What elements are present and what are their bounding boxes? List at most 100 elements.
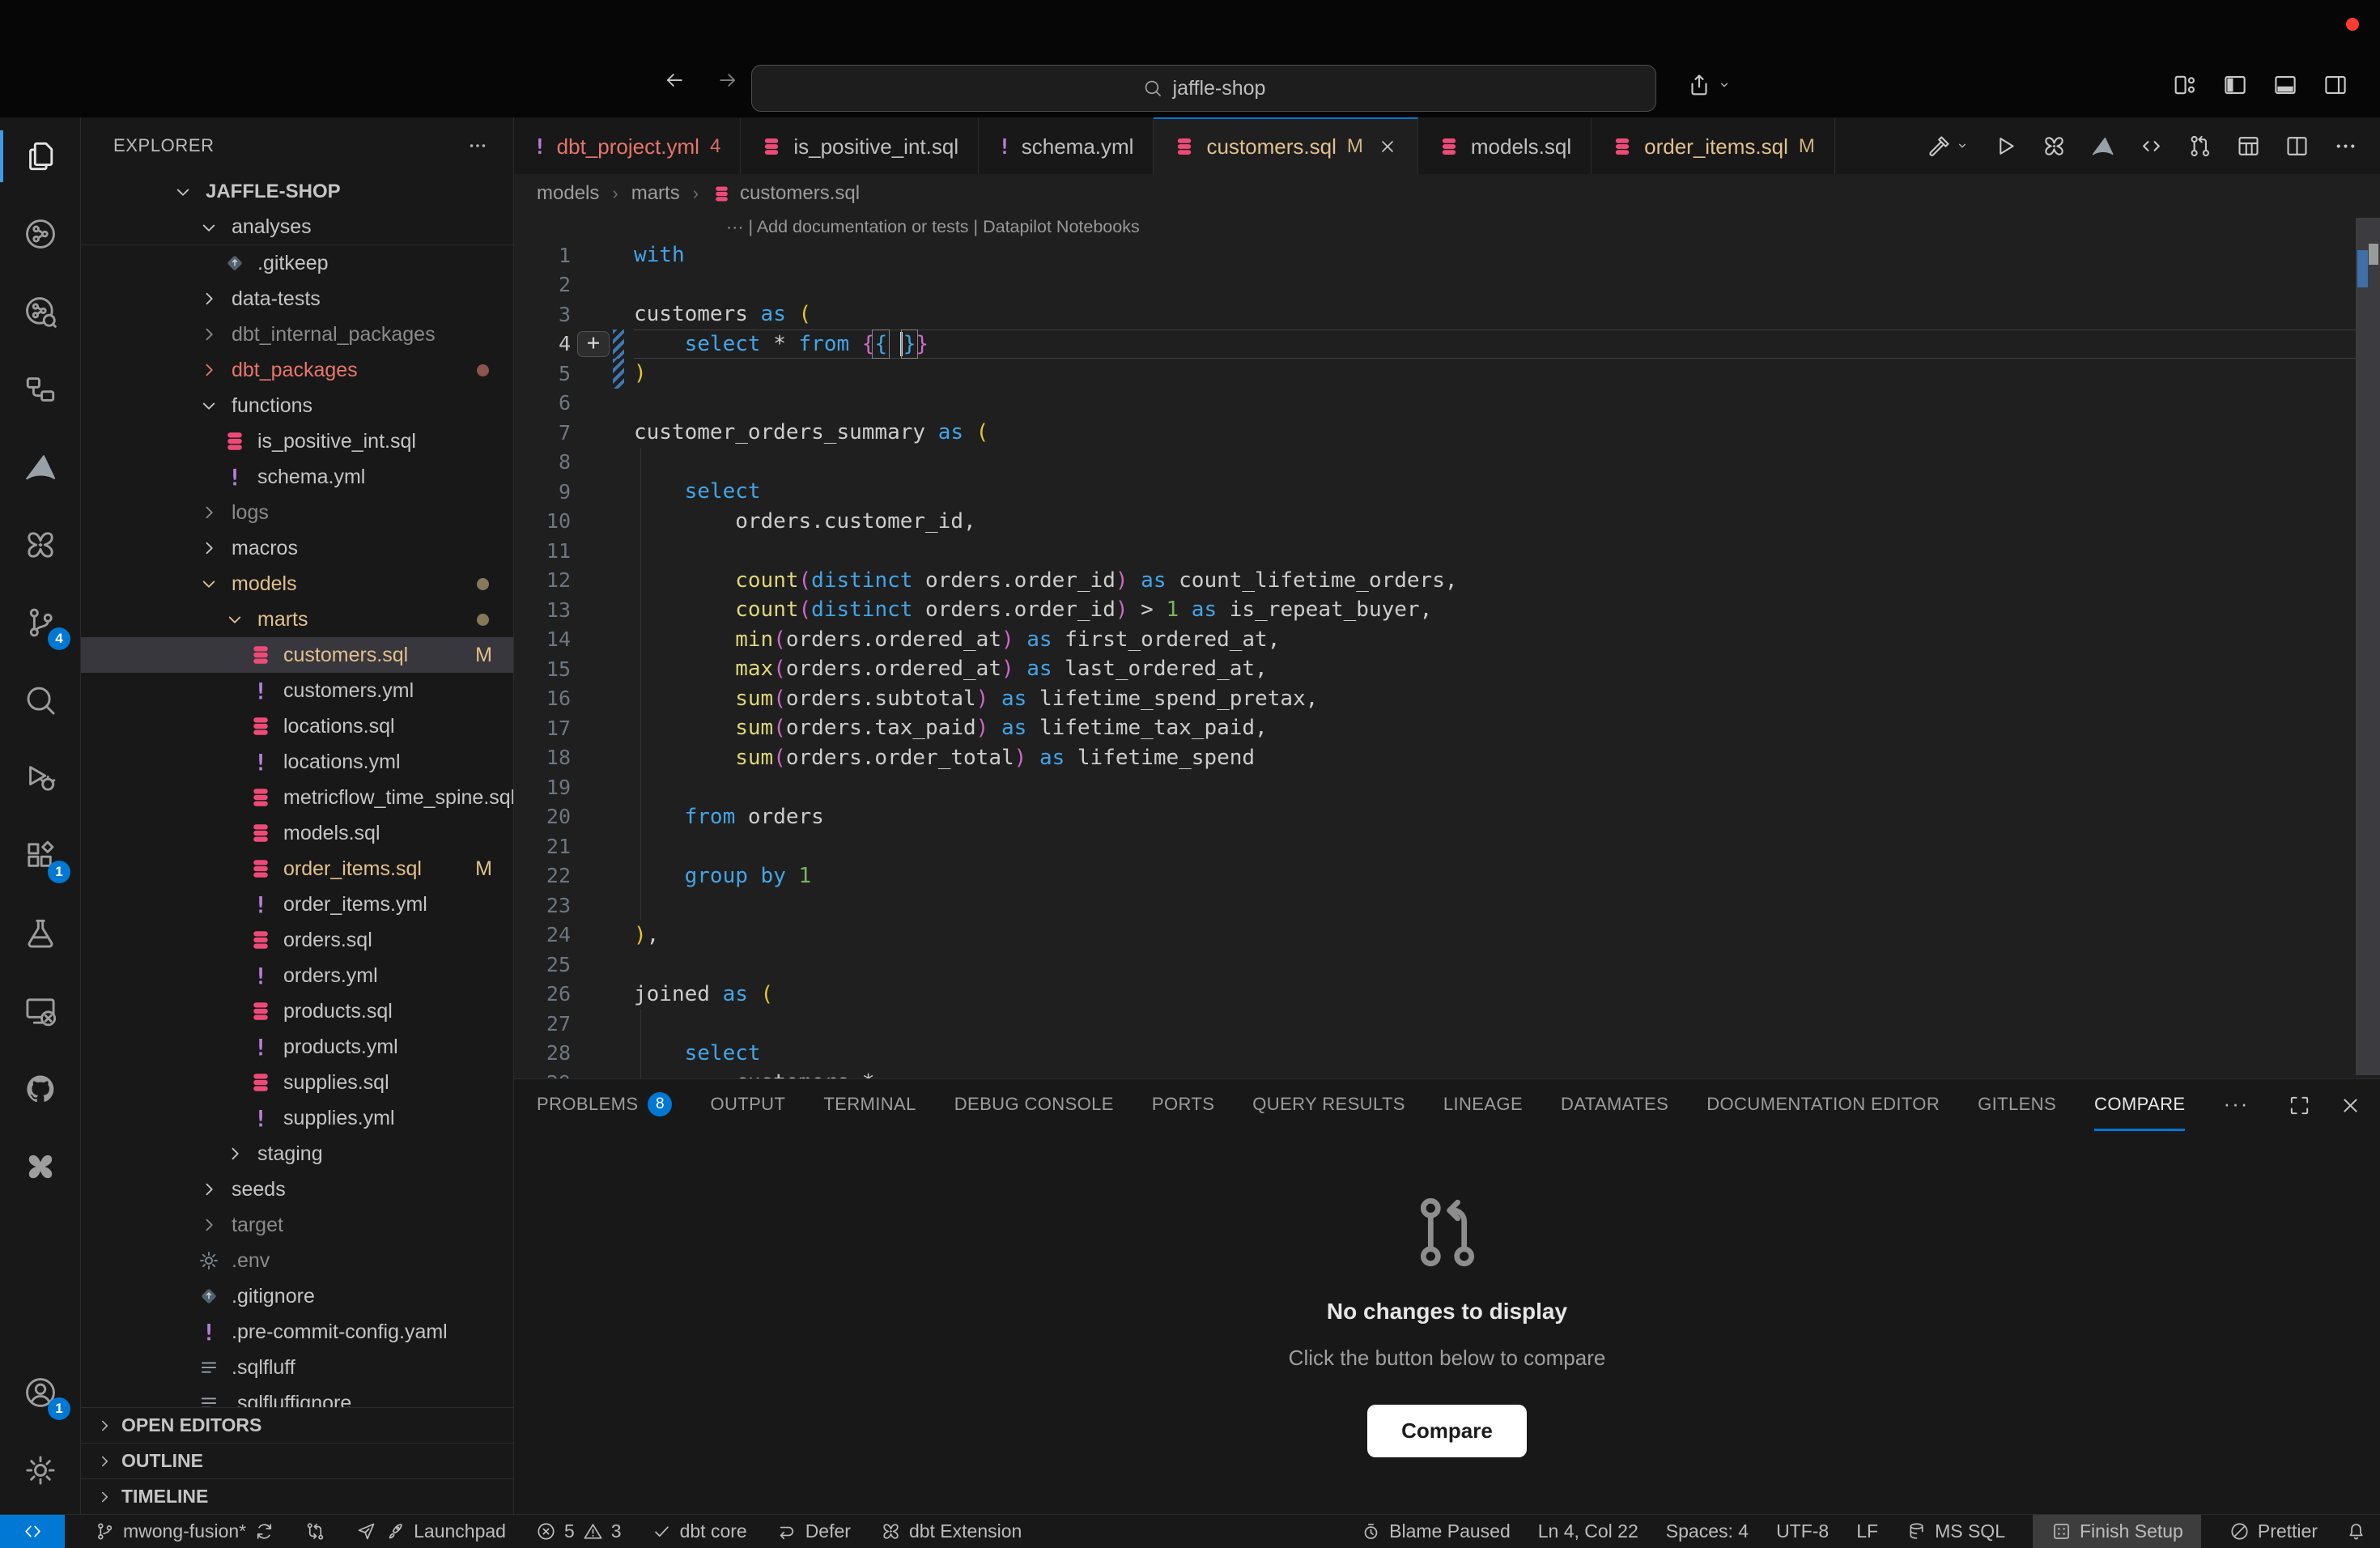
activity-accounts[interactable]: 1	[0, 1354, 80, 1431]
tab-schema-yml[interactable]: !schema.yml	[979, 117, 1154, 174]
query-results-icon[interactable]	[2235, 133, 2262, 159]
back-icon[interactable]	[662, 68, 686, 92]
tab-models-sql[interactable]: models.sql	[1418, 117, 1592, 174]
code-line-2[interactable]: 2	[514, 270, 2380, 300]
code-line-21[interactable]: 21	[514, 831, 2380, 861]
tree-item-gitkeep[interactable]: .gitkeep	[81, 245, 513, 281]
dbt-action-icon[interactable]	[2041, 133, 2068, 159]
forward-icon[interactable]	[716, 68, 740, 92]
tree-item-seeds[interactable]: seeds	[81, 1172, 513, 1207]
tree-item-customers-yml[interactable]: !customers.yml	[81, 673, 513, 708]
tree-item-env[interactable]: .env	[81, 1243, 513, 1278]
code-line-18[interactable]: 18 sum(orders.order_total) as lifetime_s…	[514, 743, 2380, 773]
tree-item-models-sql[interactable]: models.sql	[81, 815, 513, 851]
maximize-panel-icon[interactable]	[2287, 1093, 2312, 1118]
code-line-16[interactable]: 16 sum(orders.subtotal) as lifetime_spen…	[514, 684, 2380, 714]
build-icon[interactable]	[1926, 133, 1970, 159]
status-dbt-extension[interactable]: dbt Extension	[880, 1515, 1022, 1548]
tree-item-marts[interactable]: marts	[81, 602, 513, 637]
status-notifications[interactable]	[2345, 1515, 2367, 1548]
panel-tab-debug-console[interactable]: DEBUG CONSOLE	[954, 1079, 1114, 1131]
tree-item-pre-commit-config-yaml[interactable]: !.pre-commit-config.yaml	[81, 1314, 513, 1350]
tree-item-sqlfluffignore[interactable]: .sqlfluffignore	[81, 1385, 513, 1407]
scrollbar-thumb[interactable]	[2356, 218, 2380, 1075]
status-eol[interactable]: LF	[1856, 1515, 1878, 1548]
status-problems-summary[interactable]: 53	[535, 1515, 622, 1548]
tree-item-supplies-sql[interactable]: supplies.sql	[81, 1065, 513, 1100]
tree-item-dbt-internal-packages[interactable]: dbt_internal_packages	[81, 317, 513, 352]
panel-more-tabs[interactable]: ···	[2223, 1079, 2249, 1131]
code-line-15[interactable]: 15 max(orders.ordered_at) as last_ordere…	[514, 654, 2380, 684]
status-finish-setup[interactable]: Finish Setup	[2033, 1515, 2201, 1548]
status-remote-indicator[interactable]	[0, 1515, 65, 1548]
toggle-sidebar-icon[interactable]	[2221, 71, 2249, 99]
tree-item-dbt-packages[interactable]: dbt_packages	[81, 352, 513, 388]
toggle-secondary-sidebar-icon[interactable]	[2322, 71, 2349, 99]
panel-tab-datamates[interactable]: DATAMATES	[1561, 1079, 1668, 1131]
tab-order-items-sql[interactable]: order_items.sqlM	[1592, 117, 1835, 174]
activity-github[interactable]	[0, 1050, 80, 1128]
status-prettier[interactable]: Prettier	[2229, 1515, 2318, 1548]
status-compare-changes[interactable]	[304, 1515, 326, 1548]
status-gitlens-blame[interactable]: Blame Paused	[1360, 1515, 1511, 1548]
activity-datapilot[interactable]	[0, 428, 80, 506]
code-line-11[interactable]: 11	[514, 536, 2380, 566]
section-open-editors[interactable]: OPEN EDITORS	[81, 1407, 513, 1443]
close-panel-icon[interactable]	[2338, 1093, 2363, 1118]
breadcrumb-item[interactable]: marts	[631, 182, 680, 205]
tree-item-models[interactable]: models	[81, 566, 513, 602]
tree-item-jaffle-shop[interactable]: JAFFLE-SHOP	[81, 174, 513, 210]
status-defer[interactable]: Defer	[776, 1515, 851, 1548]
panel-tab-terminal[interactable]: TERMINAL	[823, 1079, 916, 1131]
tree-item-metricflow-time-spine-sql[interactable]: metricflow_time_spine.sql	[81, 780, 513, 815]
code-line-28[interactable]: 28 select	[514, 1039, 2380, 1069]
run-icon[interactable]	[1992, 133, 2019, 159]
code-editor[interactable]: ··· | Add documentation or tests | Datap…	[514, 213, 2380, 1078]
panel-tab-query-results[interactable]: QUERY RESULTS	[1252, 1079, 1405, 1131]
compare-button[interactable]: Compare	[1367, 1405, 1527, 1457]
activity-dbt[interactable]	[0, 1128, 80, 1206]
code-line-8[interactable]: 8	[514, 448, 2380, 478]
tree-item-data-tests[interactable]: data-tests	[81, 281, 513, 317]
activity-lineage-explorer[interactable]	[0, 273, 80, 351]
tree-item-order-items-yml[interactable]: !order_items.yml	[81, 887, 513, 922]
datapilot-action-icon[interactable]	[2089, 133, 2116, 159]
code-line-5[interactable]: 5)	[514, 359, 2380, 389]
code-line-3[interactable]: 3customers as (	[514, 300, 2380, 330]
more-actions-icon[interactable]	[466, 134, 489, 157]
code-line-14[interactable]: 14 min(orders.ordered_at) as first_order…	[514, 625, 2380, 655]
breadcrumb-file[interactable]: customers.sql	[712, 182, 860, 205]
status-dbt-core[interactable]: dbt core	[651, 1515, 747, 1548]
panel-tab-lineage[interactable]: LINEAGE	[1443, 1079, 1523, 1131]
breadcrumb-item[interactable]: models	[537, 182, 599, 205]
code-line-29[interactable]: 29 customers.*,	[514, 1068, 2380, 1078]
customize-layout-icon[interactable]	[2171, 71, 2199, 99]
tree-item-sqlfluff[interactable]: .sqlfluff	[81, 1350, 513, 1385]
status-git-branch[interactable]: mwong-fusion*	[94, 1515, 275, 1548]
activity-testing[interactable]	[0, 895, 80, 972]
panel-tab-compare[interactable]: COMPARE	[2094, 1079, 2185, 1131]
codelens[interactable]: ··· | Add documentation or tests | Datap…	[514, 213, 2380, 240]
activity-explorer[interactable]	[0, 117, 80, 195]
tree-item-functions[interactable]: functions	[81, 388, 513, 423]
more-actions-icon[interactable]	[2332, 133, 2359, 159]
tree-item-schema-yml[interactable]: !schema.yml	[81, 459, 513, 495]
activity-source-control-graph[interactable]: 4	[0, 584, 80, 661]
toggle-panel-icon[interactable]	[2272, 71, 2299, 99]
panel-tab-gitlens[interactable]: GITLENS	[1978, 1079, 2056, 1131]
share-button[interactable]	[1685, 71, 1732, 99]
activity-remote-explorer[interactable]	[0, 972, 80, 1050]
status-launchpad[interactable]: Launchpad	[355, 1515, 506, 1548]
code-line-7[interactable]: 7customer_orders_summary as (	[514, 418, 2380, 448]
tree-item-products-sql[interactable]: products.sql	[81, 993, 513, 1029]
status-language-mode[interactable]: MS SQL	[1906, 1515, 2005, 1548]
code-line-24[interactable]: 24),	[514, 921, 2380, 950]
section-outline[interactable]: OUTLINE	[81, 1443, 513, 1478]
code-line-25[interactable]: 25	[514, 950, 2380, 980]
panel-tab-documentation-editor[interactable]: DOCUMENTATION EDITOR	[1706, 1079, 1940, 1131]
tree-item-logs[interactable]: logs	[81, 495, 513, 530]
tree-item-gitignore[interactable]: .gitignore	[81, 1278, 513, 1314]
activity-extensions[interactable]: 1	[0, 817, 80, 895]
editor-scrollbar[interactable]	[2356, 216, 2380, 1075]
code-line-6[interactable]: 6	[514, 389, 2380, 419]
